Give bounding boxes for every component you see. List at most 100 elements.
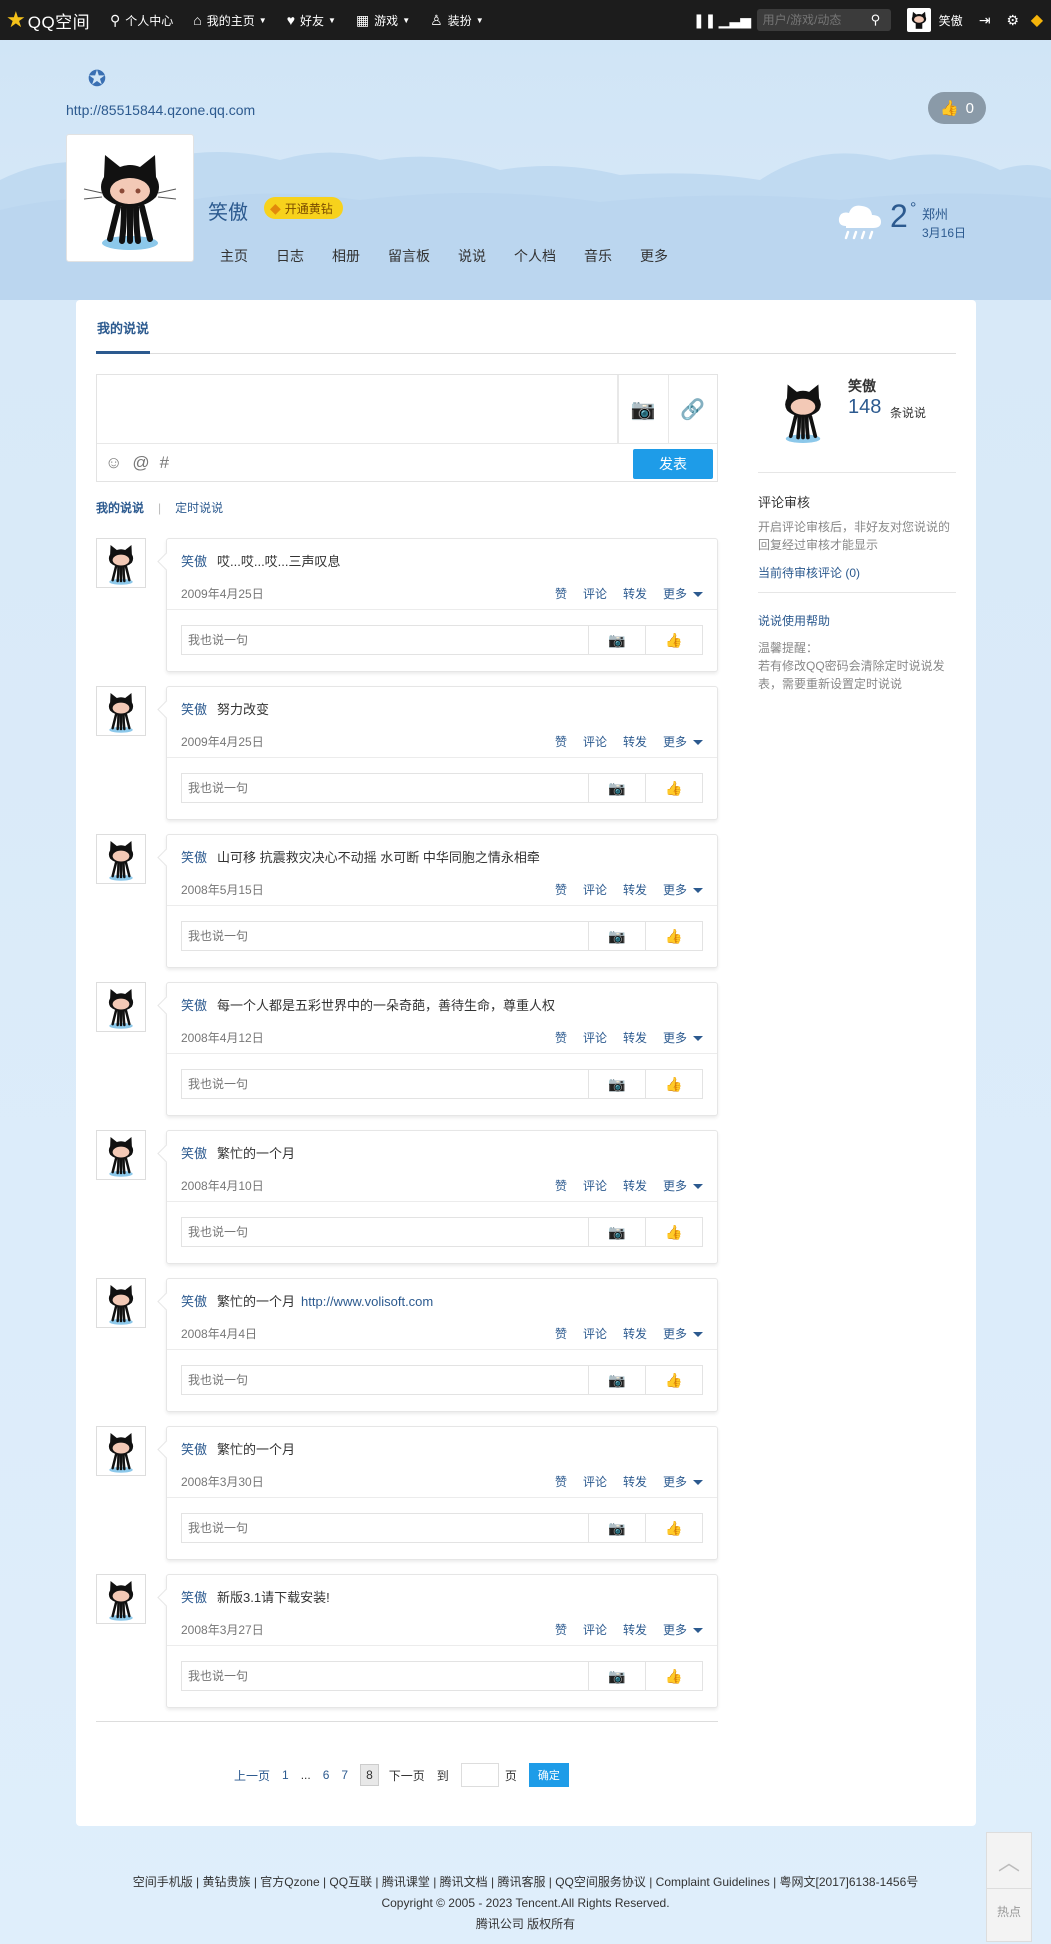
pager-page-7[interactable]: 7	[341, 1768, 348, 1782]
reply-input[interactable]	[182, 922, 588, 950]
like-action[interactable]: 赞	[555, 1621, 567, 1638]
user-avatar[interactable]	[906, 8, 931, 32]
camera-icon[interactable]: 📷	[618, 375, 668, 443]
pager-input[interactable]	[460, 1763, 499, 1787]
pending-review-link[interactable]: 当前待审核评论 (0)	[758, 564, 860, 581]
reply-input[interactable]	[182, 1218, 588, 1246]
camera-icon[interactable]: 📷	[588, 1514, 645, 1542]
like-action[interactable]: 赞	[555, 733, 567, 750]
feed-date[interactable]: 2008年4月12日	[181, 1029, 264, 1046]
feed-user[interactable]: 笑傲	[181, 998, 207, 1013]
post-button[interactable]: 发表	[633, 449, 713, 479]
feed-avatar[interactable]	[96, 1574, 146, 1624]
like-button[interactable]: 👍 0	[928, 92, 986, 124]
nav-home[interactable]: 主页	[220, 246, 248, 266]
like-action[interactable]: 赞	[555, 1029, 567, 1046]
qzone-url[interactable]: http://85515844.qzone.qq.com	[66, 102, 255, 118]
feed-avatar[interactable]	[96, 834, 146, 884]
feed-date[interactable]: 2009年4月25日	[181, 585, 264, 602]
forward-action[interactable]: 转发	[623, 881, 647, 898]
forward-action[interactable]: 转发	[623, 1621, 647, 1638]
thumbs-up-icon[interactable]: 👍	[645, 774, 702, 802]
back-to-top-icon[interactable]: ︿	[987, 1833, 1031, 1889]
search-icon[interactable]: ⚲	[871, 12, 881, 28]
nav-more[interactable]: 更多	[640, 246, 668, 266]
more-action[interactable]: 更多	[663, 1177, 703, 1194]
thumbs-up-icon[interactable]: 👍	[645, 922, 702, 950]
reply-input[interactable]	[182, 1070, 588, 1098]
forward-action[interactable]: 转发	[623, 1029, 647, 1046]
comment-action[interactable]: 评论	[583, 1621, 607, 1638]
feed-date[interactable]: 2009年4月25日	[181, 733, 264, 750]
camera-icon[interactable]: 📷	[588, 1218, 645, 1246]
like-action[interactable]: 赞	[555, 1325, 567, 1342]
forward-action[interactable]: 转发	[623, 733, 647, 750]
more-action[interactable]: 更多	[663, 585, 703, 602]
search-input[interactable]	[762, 13, 871, 27]
like-action[interactable]: 赞	[555, 1473, 567, 1490]
thumbs-up-icon[interactable]: 👍	[645, 626, 702, 654]
footer-links[interactable]: 空间手机版 | 黄钻贵族 | 官方Qzone | QQ互联 | 腾讯课堂 | 腾…	[0, 1872, 1051, 1893]
like-action[interactable]: 赞	[555, 881, 567, 898]
weather-widget[interactable]: 2 ° 郑州 3月16日	[836, 200, 986, 250]
nav-games[interactable]: ▦ 游戏 ▼	[346, 0, 420, 40]
more-action[interactable]: 更多	[663, 881, 703, 898]
feed-user[interactable]: 笑傲	[181, 850, 207, 865]
feed-avatar[interactable]	[96, 686, 146, 736]
nav-blog[interactable]: 日志	[276, 246, 304, 266]
feed-link[interactable]: http://www.volisoft.com	[301, 1294, 433, 1309]
owner-name[interactable]: 笑傲	[208, 196, 248, 225]
feed-user[interactable]: 笑傲	[181, 702, 207, 717]
more-action[interactable]: 更多	[663, 733, 703, 750]
thumbs-up-icon[interactable]: 👍	[645, 1514, 702, 1542]
feed-date[interactable]: 2008年3月27日	[181, 1621, 264, 1638]
sidebar-avatar[interactable]	[768, 374, 838, 448]
nav-album[interactable]: 相册	[332, 246, 360, 266]
forward-action[interactable]: 转发	[623, 1325, 647, 1342]
like-action[interactable]: 赞	[555, 1177, 567, 1194]
camera-icon[interactable]: 📷	[588, 1070, 645, 1098]
thumbs-up-icon[interactable]: 👍	[645, 1662, 702, 1690]
subtab-scheduled[interactable]: 定时说说	[175, 499, 223, 516]
pager-page-1[interactable]: 1	[282, 1768, 289, 1782]
vip-badge-icon[interactable]: ✪	[80, 66, 114, 94]
comment-action[interactable]: 评论	[583, 881, 607, 898]
tab-my-shuoshuo[interactable]: 我的说说	[96, 318, 151, 354]
pager-page-6[interactable]: 6	[323, 1768, 330, 1782]
link-icon[interactable]: 🔗	[667, 375, 718, 443]
yellow-diamond-icon[interactable]: ◆	[1031, 10, 1043, 30]
reply-input[interactable]	[182, 774, 588, 802]
reply-input[interactable]	[182, 1366, 588, 1394]
feed-date[interactable]: 2008年4月4日	[181, 1325, 257, 1342]
camera-icon[interactable]: 📷	[588, 1662, 645, 1690]
camera-icon[interactable]: 📷	[588, 774, 645, 802]
hot-button[interactable]: ︿ 热点	[986, 1832, 1032, 1942]
camera-icon[interactable]: 📷	[588, 922, 645, 950]
pager-next[interactable]: 下一页	[389, 1767, 425, 1784]
composer-textarea[interactable]	[97, 375, 617, 443]
open-yellow-diamond-button[interactable]: ◆ 开通黄钻	[264, 197, 343, 219]
nav-music[interactable]: 音乐	[584, 246, 612, 266]
reply-input[interactable]	[182, 1662, 588, 1690]
nav-friends[interactable]: ♥ 好友 ▼	[277, 0, 346, 40]
more-action[interactable]: 更多	[663, 1325, 703, 1342]
pager-confirm-button[interactable]: 确定	[528, 1763, 569, 1787]
feed-user[interactable]: 笑傲	[181, 554, 207, 569]
reply-input[interactable]	[182, 1514, 588, 1542]
at-icon[interactable]: @	[132, 453, 149, 473]
pause-icon[interactable]: ❚❚	[691, 12, 719, 29]
top-user-name[interactable]: 笑傲	[939, 12, 963, 29]
nav-dressup[interactable]: ♙ 装扮 ▼	[420, 0, 494, 40]
like-action[interactable]: 赞	[555, 585, 567, 602]
more-action[interactable]: 更多	[663, 1029, 703, 1046]
comment-action[interactable]: 评论	[583, 1473, 607, 1490]
comment-action[interactable]: 评论	[583, 733, 607, 750]
sidebar-name[interactable]: 笑傲	[848, 376, 876, 396]
feed-user[interactable]: 笑傲	[181, 1442, 207, 1457]
feed-user[interactable]: 笑傲	[181, 1294, 207, 1309]
feed-avatar[interactable]	[96, 982, 146, 1032]
reply-input[interactable]	[182, 626, 588, 654]
profile-avatar[interactable]	[66, 134, 194, 262]
feed-date[interactable]: 2008年5月15日	[181, 881, 264, 898]
forward-action[interactable]: 转发	[623, 1473, 647, 1490]
